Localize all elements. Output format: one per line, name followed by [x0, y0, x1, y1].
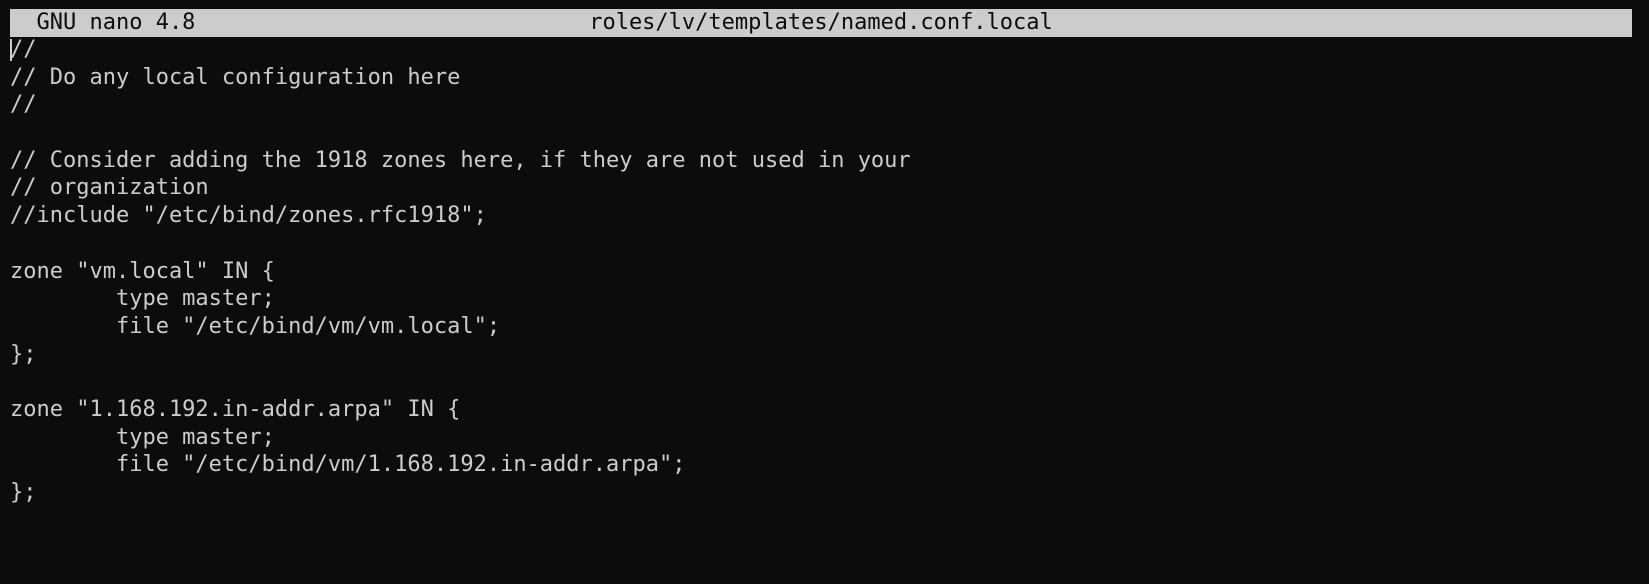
editor-line[interactable]: zone "vm.local" IN {: [10, 258, 1632, 286]
editor-line[interactable]: [10, 230, 1632, 258]
line-text: //include "/etc/bind/zones.rfc1918";: [10, 203, 487, 229]
editor-line[interactable]: file "/etc/bind/vm/1.168.192.in-addr.arp…: [10, 451, 1632, 479]
line-text: type master;: [10, 424, 275, 450]
text-editor-area[interactable]: // // Do any local configuration here //…: [10, 36, 1632, 507]
editor-line[interactable]: };: [10, 341, 1632, 369]
editor-line[interactable]: type master;: [10, 424, 1632, 452]
editor-line[interactable]: //include "/etc/bind/zones.rfc1918";: [10, 202, 1632, 230]
terminal-window[interactable]: GNU nano 4.8 roles/lv/templates/named.co…: [0, 0, 1649, 584]
line-text: zone "1.168.192.in-addr.arpa" IN {: [10, 396, 461, 422]
editor-line[interactable]: zone "1.168.192.in-addr.arpa" IN {: [10, 396, 1632, 424]
line-text: //: [10, 37, 37, 62]
line-text: // organization: [10, 175, 209, 201]
line-text: file "/etc/bind/vm/vm.local";: [10, 313, 501, 339]
line-text: };: [10, 341, 37, 367]
line-text: // Do any local configuration here: [10, 64, 461, 90]
editor-line[interactable]: //: [10, 91, 1632, 119]
editor-line[interactable]: [10, 119, 1632, 147]
editor-line[interactable]: type master;: [10, 285, 1632, 313]
editor-line[interactable]: };: [10, 479, 1632, 507]
text-cursor: [10, 39, 12, 61]
editor-line[interactable]: // organization: [10, 174, 1632, 202]
file-name: roles/lv/templates/named.conf.local: [589, 10, 1053, 35]
line-text: zone "vm.local" IN {: [10, 258, 275, 284]
line-text: type master;: [10, 286, 275, 312]
line-text: //: [10, 92, 37, 118]
editor-line[interactable]: // Do any local configuration here: [10, 64, 1632, 92]
line-text: };: [10, 480, 37, 505]
editor-line[interactable]: //: [10, 36, 1632, 64]
editor-line[interactable]: [10, 368, 1632, 396]
editor-line[interactable]: file "/etc/bind/vm/vm.local";: [10, 313, 1632, 341]
nano-title-bar: GNU nano 4.8 roles/lv/templates/named.co…: [10, 9, 1632, 37]
line-text: file "/etc/bind/vm/1.168.192.in-addr.arp…: [10, 452, 686, 478]
line-text: // Consider adding the 1918 zones here, …: [10, 147, 911, 173]
editor-line[interactable]: // Consider adding the 1918 zones here, …: [10, 147, 1632, 175]
